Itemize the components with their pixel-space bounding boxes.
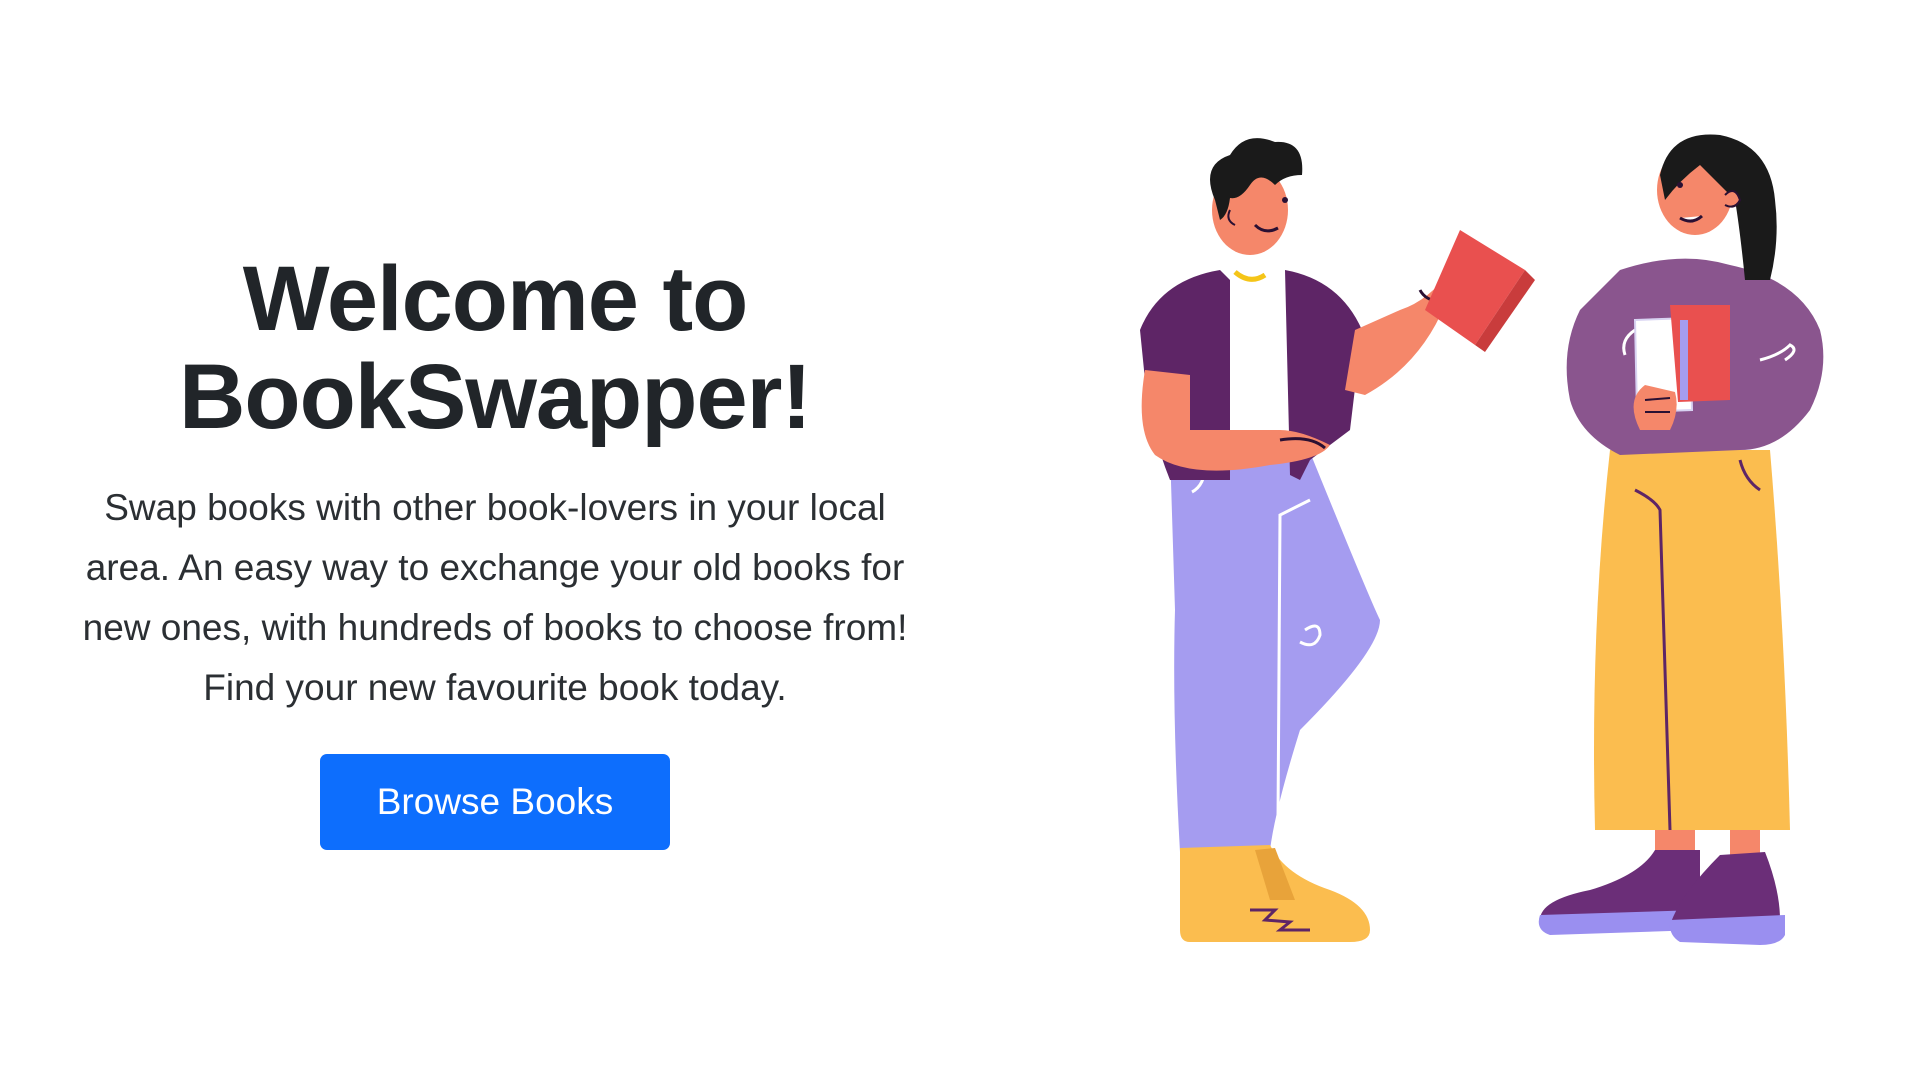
man-pants	[1170, 440, 1380, 852]
people-exchanging-books-illustration	[1140, 134, 1824, 945]
red-book-held	[1670, 305, 1730, 402]
woman-skirt	[1594, 450, 1790, 830]
page-title: Welcome to BookSwapper!	[50, 250, 940, 446]
woman-figure	[1538, 134, 1824, 945]
red-book	[1425, 230, 1525, 345]
hero-description: Swap books with other book-lovers in you…	[82, 487, 908, 708]
browse-books-button[interactable]: Browse Books	[320, 754, 670, 850]
title-line-1: Welcome to	[242, 248, 749, 350]
hero-section: Welcome to BookSwapper! Swap books with …	[50, 250, 940, 850]
woman-left-shoe	[1540, 850, 1700, 920]
title-line-2: BookSwapper!	[178, 346, 812, 448]
man-figure	[1140, 138, 1535, 942]
landing-page: Welcome to BookSwapper! Swap books with …	[0, 0, 1910, 1068]
